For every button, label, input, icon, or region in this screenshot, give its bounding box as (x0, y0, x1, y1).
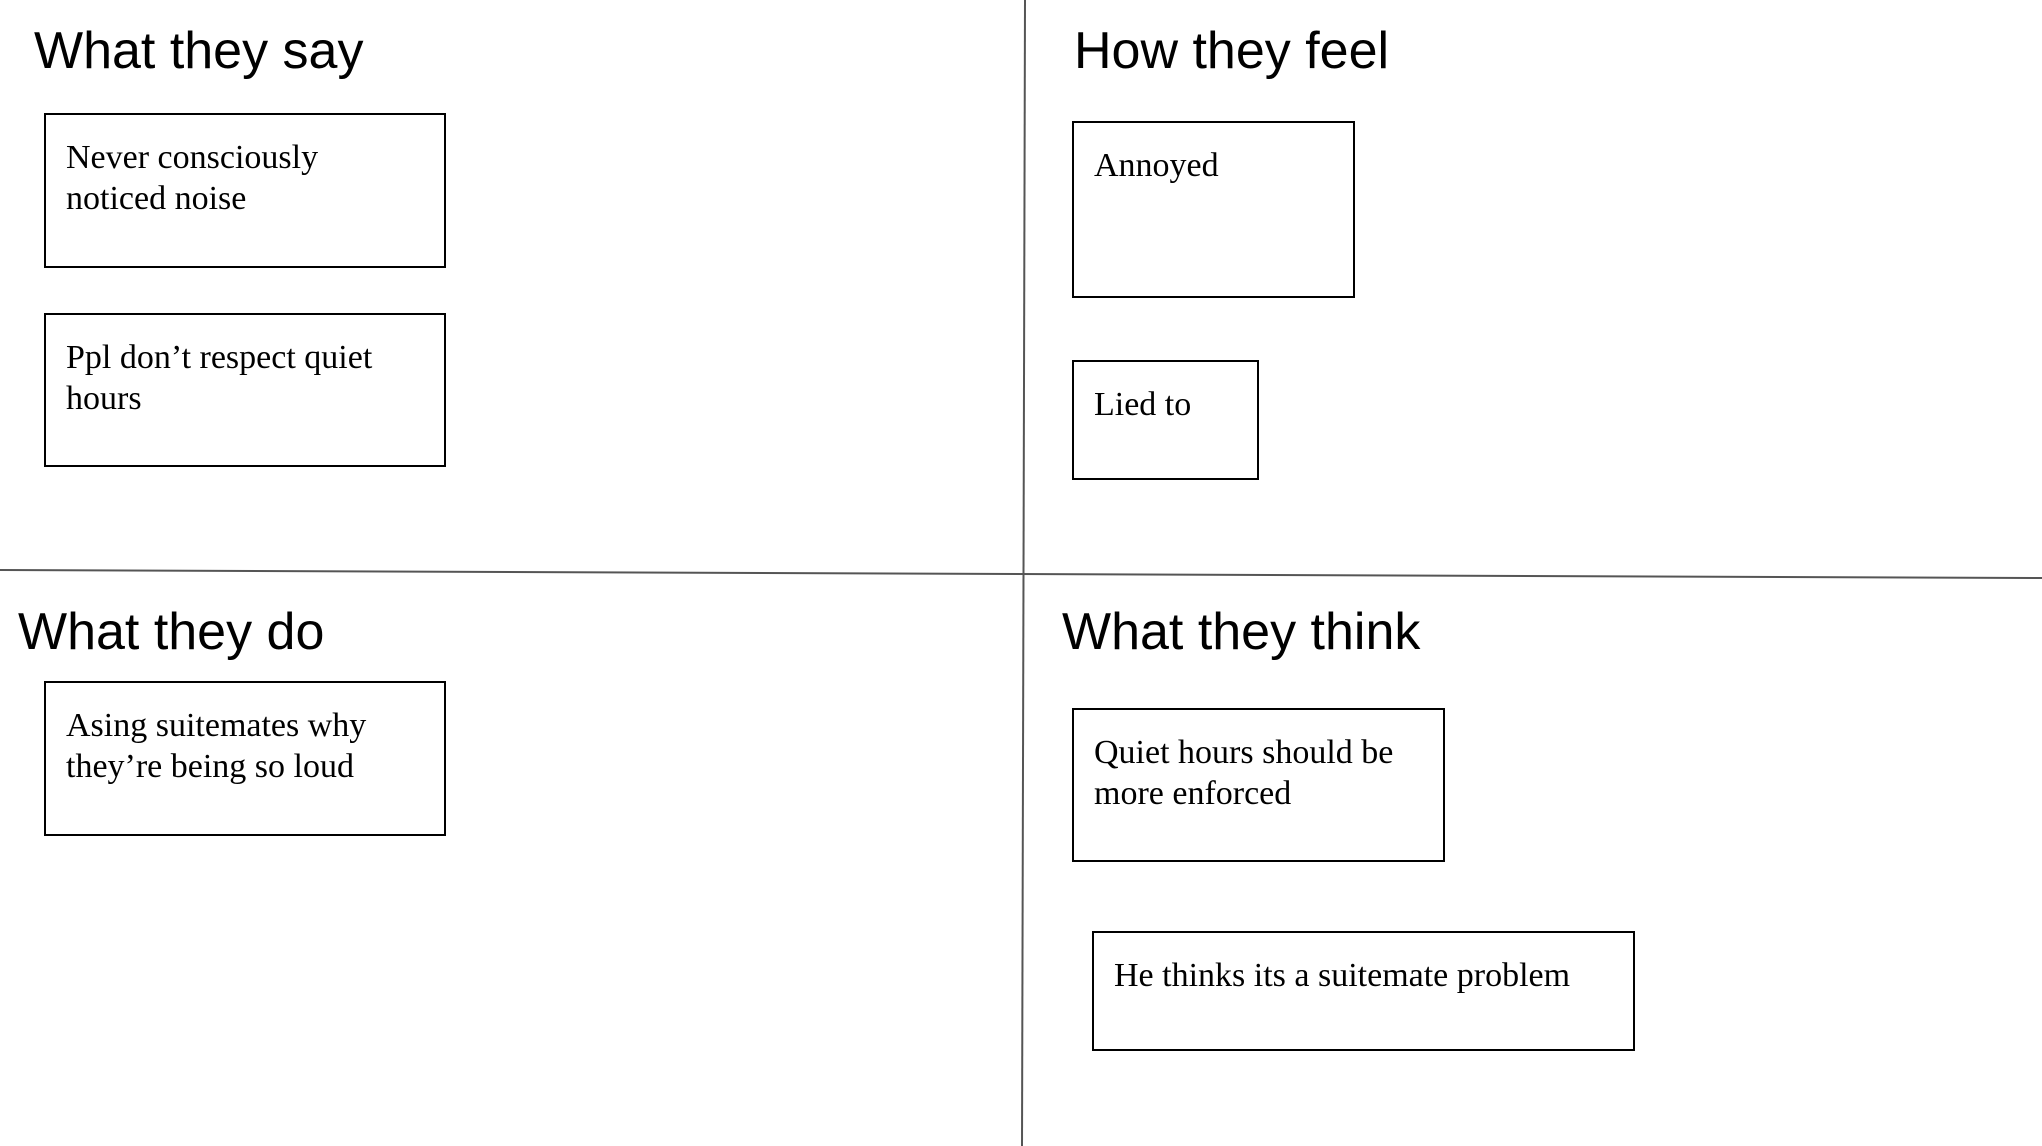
note-text: Ppl don’t respect quiet hours (66, 339, 373, 417)
note-text: Quiet hours should be more enforced (1094, 734, 1394, 812)
note-text: Annoyed (1094, 147, 1219, 184)
quadrant-title-say: What they say (34, 22, 364, 80)
note-card: Annoyed (1072, 121, 1355, 298)
empathy-map-canvas: What they say Never consciously noticed … (0, 0, 2042, 1146)
quadrant-title-think: What they think (1062, 603, 1421, 661)
note-text: Never consciously noticed noise (66, 139, 319, 217)
quadrant-title-do: What they do (18, 603, 325, 661)
quadrant-title-feel: How they feel (1074, 22, 1390, 80)
note-card: He thinks its a suitemate problem (1092, 931, 1635, 1051)
note-text: He thinks its a suitemate problem (1114, 957, 1571, 994)
note-card: Ppl don’t respect quiet hours (44, 313, 446, 467)
note-card: Lied to (1072, 360, 1259, 480)
vertical-divider (1021, 0, 1026, 1146)
horizontal-divider (0, 569, 2042, 579)
note-card: Quiet hours should be more enforced (1072, 708, 1445, 862)
note-text: Lied to (1094, 386, 1192, 423)
note-card: Asing suitemates why they’re being so lo… (44, 681, 446, 836)
note-card: Never consciously noticed noise (44, 113, 446, 268)
note-text: Asing suitemates why they’re being so lo… (66, 707, 367, 785)
